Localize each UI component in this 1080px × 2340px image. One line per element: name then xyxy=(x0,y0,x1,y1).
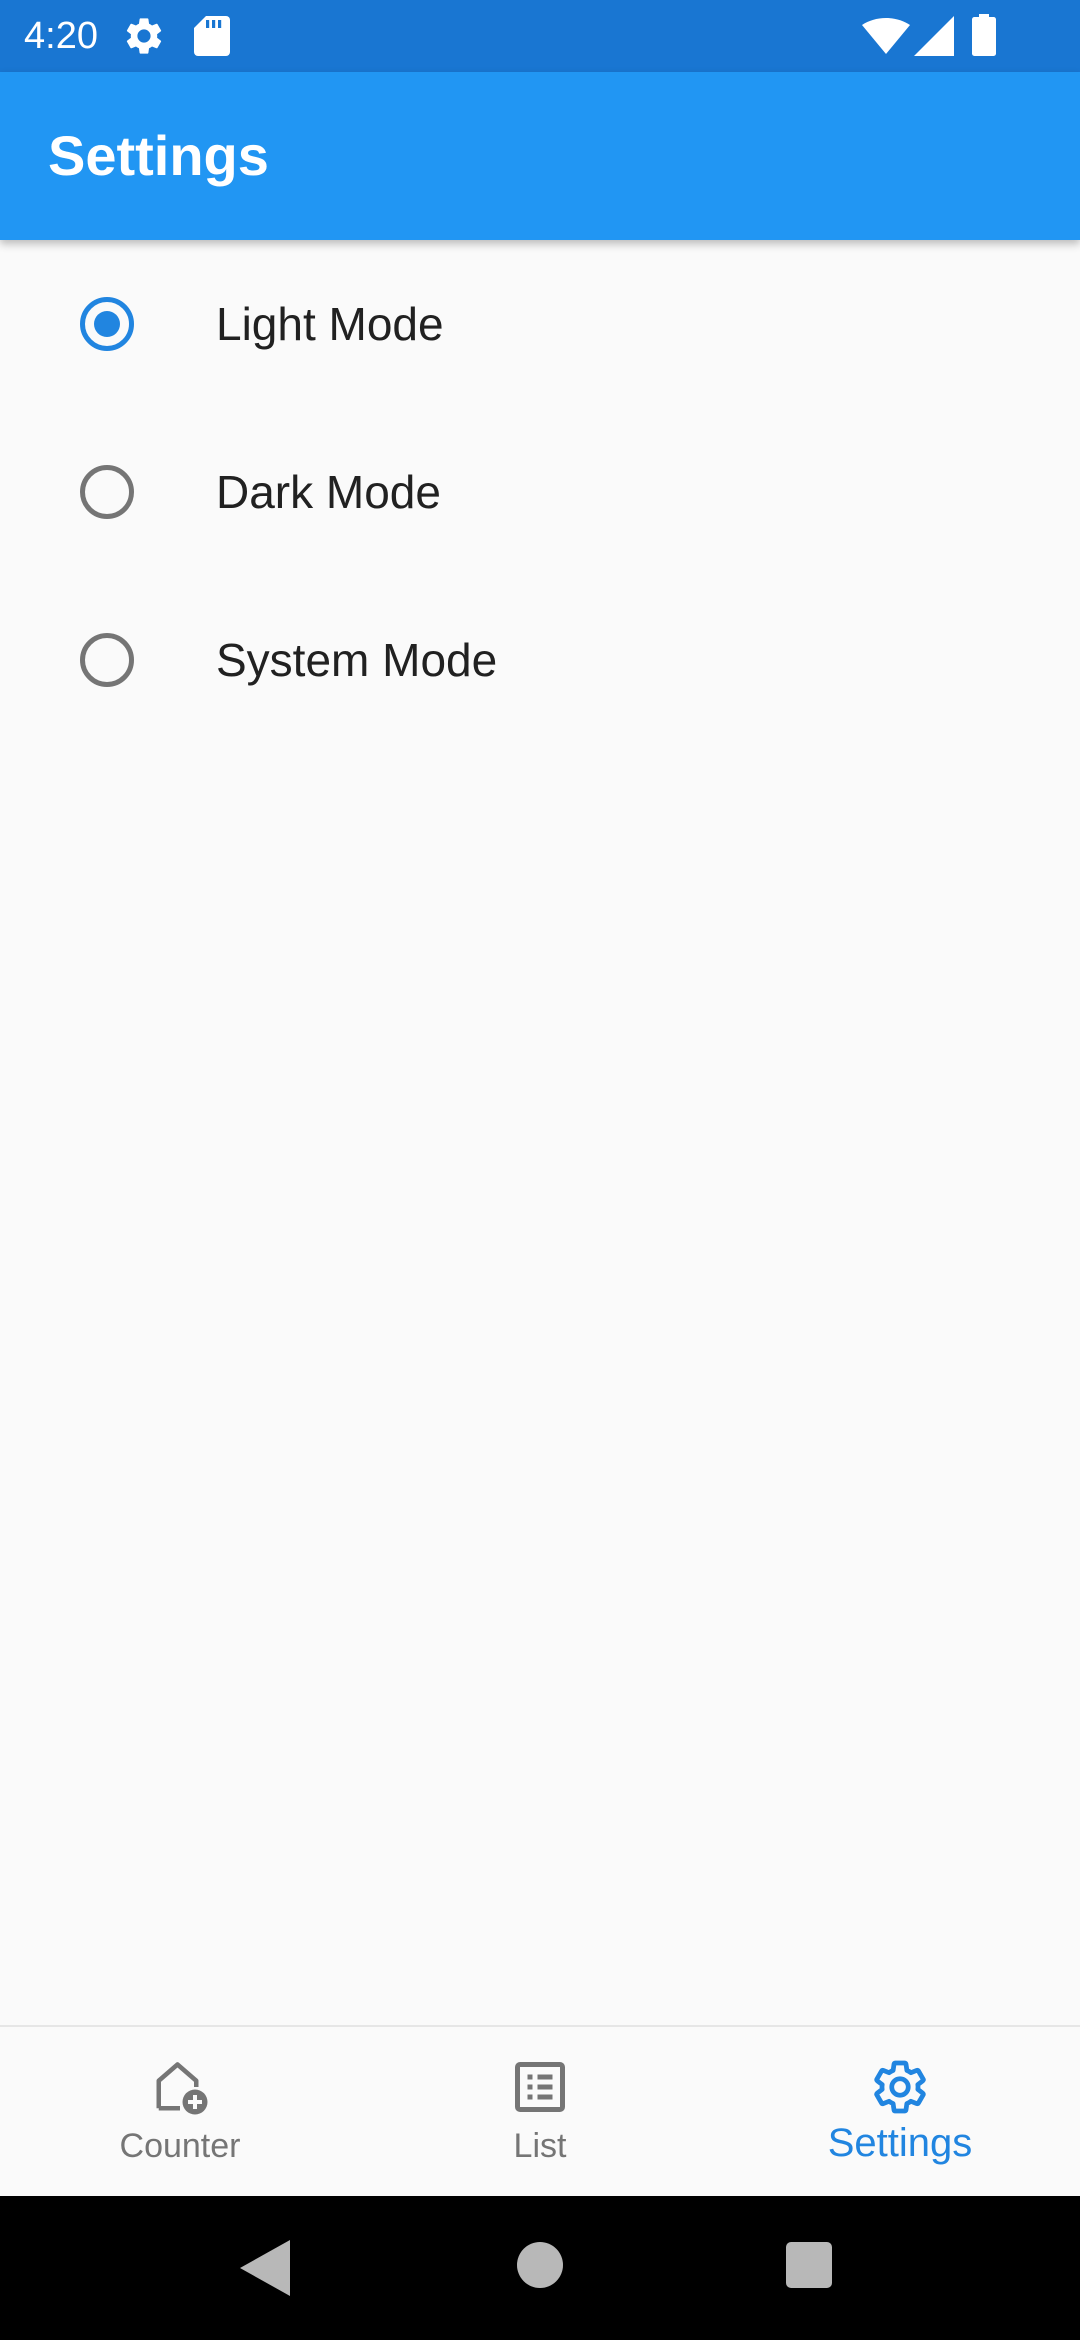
theme-option-dark[interactable]: Dark Mode xyxy=(0,408,1080,576)
back-icon[interactable] xyxy=(240,2240,290,2296)
settings-icon xyxy=(874,2060,926,2114)
theme-option-system[interactable]: System Mode xyxy=(0,576,1080,744)
status-time: 4:20 xyxy=(24,15,98,57)
battery-icon xyxy=(972,14,996,56)
radio-button-selected[interactable] xyxy=(80,297,134,351)
sd-card-icon xyxy=(194,16,230,56)
radio-button[interactable] xyxy=(80,633,134,687)
wifi-icon xyxy=(862,18,910,54)
recents-icon[interactable] xyxy=(786,2242,832,2288)
page-title: Settings xyxy=(48,124,269,187)
nav-label: Settings xyxy=(827,2121,973,2165)
nav-item-settings[interactable]: Settings xyxy=(720,2027,1080,2196)
theme-option-light[interactable]: Light Mode xyxy=(0,240,1080,408)
app-bar: Settings xyxy=(0,72,1080,240)
home-icon[interactable] xyxy=(517,2242,563,2288)
home-add-icon xyxy=(156,2062,208,2115)
bottom-navigation-bar: Counter List Settings xyxy=(0,2025,1080,2196)
system-navigation-bar xyxy=(0,2196,1080,2340)
theme-option-label: Dark Mode xyxy=(216,466,441,518)
nav-label: Counter xyxy=(119,2127,241,2165)
status-bar: 4:20 xyxy=(0,0,1080,72)
theme-options-list: Light Mode Dark Mode System Mode xyxy=(0,240,1080,744)
theme-option-label: Light Mode xyxy=(216,298,444,350)
nav-item-counter[interactable]: Counter xyxy=(0,2027,360,2196)
radio-button[interactable] xyxy=(80,465,134,519)
settings-gear-icon xyxy=(126,18,162,54)
cell-signal-icon xyxy=(914,16,954,56)
theme-option-label: System Mode xyxy=(216,634,498,686)
nav-item-list[interactable]: List xyxy=(360,2027,720,2196)
settings-screen: 4:20 Settings Light Mode Dark Mode Syste… xyxy=(0,0,1080,2340)
list-icon xyxy=(515,2062,565,2112)
nav-label: List xyxy=(513,2127,567,2165)
